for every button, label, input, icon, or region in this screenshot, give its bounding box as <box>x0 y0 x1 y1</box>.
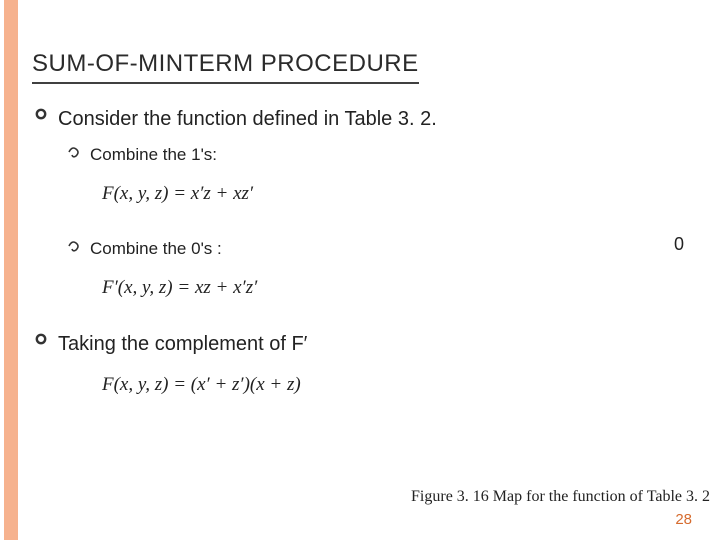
ring-bullet-icon <box>32 333 50 345</box>
formula-ones: F(x, y, z) = x′z + xz′ <box>102 183 710 205</box>
bullet-consider: Consider the function defined in Table 3… <box>32 108 710 131</box>
subbullet-text: Combine the 0's : <box>90 239 222 259</box>
bullet-text: Taking the complement of F′ <box>58 333 307 356</box>
figure-caption: Figure 3. 16 Map for the function of Tab… <box>411 488 710 506</box>
slide-content: SUM-OF-MINTERM PROCEDURE Consider the fu… <box>32 50 710 396</box>
swirl-bullet-icon <box>66 145 84 159</box>
subbullet-combine-ones: Combine the 1's: <box>66 145 710 165</box>
bullet-text: Consider the function defined in Table 3… <box>58 108 437 131</box>
bullet-complement: Taking the complement of F′ <box>32 333 710 356</box>
right-margin-zero: 0 <box>674 234 684 255</box>
page-title: SUM-OF-MINTERM PROCEDURE <box>32 50 419 84</box>
subbullet-text: Combine the 1's: <box>90 145 217 165</box>
swirl-bullet-icon <box>66 239 84 253</box>
accent-sidebar <box>4 0 18 540</box>
formula-zeros: F′(x, y, z) = xz + x′z′ <box>102 277 710 299</box>
ring-bullet-icon <box>32 108 50 120</box>
page-number: 28 <box>675 511 692 528</box>
subbullet-combine-zeros: Combine the 0's : <box>66 239 710 259</box>
formula-complement: F(x, y, z) = (x′ + z′)(x + z) <box>102 374 710 396</box>
